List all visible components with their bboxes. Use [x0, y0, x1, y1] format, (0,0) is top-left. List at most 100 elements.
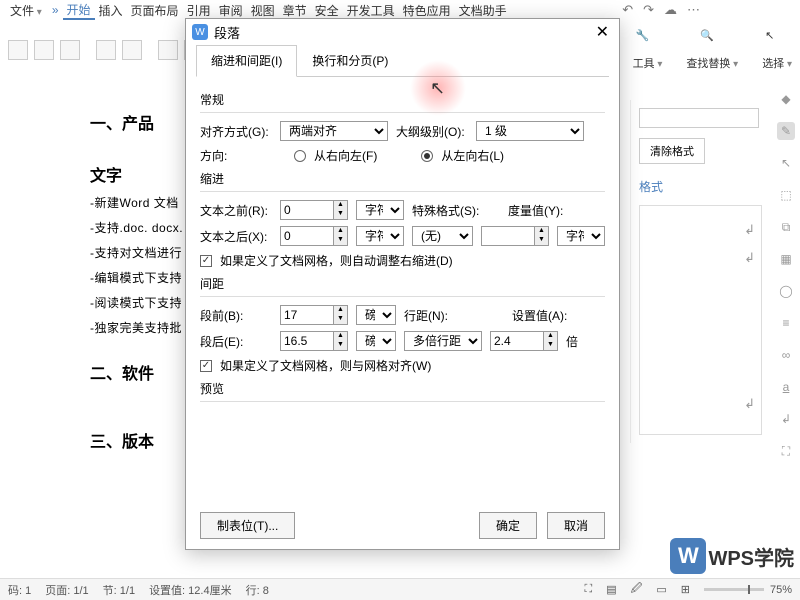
tab-helper[interactable]: 文档助手: [455, 2, 511, 19]
select-icon[interactable]: ⬚: [777, 186, 795, 204]
align-center-icon[interactable]: [34, 40, 54, 60]
format-link[interactable]: 格式: [639, 178, 762, 195]
list-icon[interactable]: [60, 40, 80, 60]
tab-section[interactable]: 章节: [279, 2, 311, 19]
copy-icon[interactable]: ⧉: [777, 218, 795, 236]
unit-char2[interactable]: 字符: [356, 226, 404, 246]
status-line: 行: 8: [246, 582, 269, 598]
tab-review[interactable]: 审阅: [215, 2, 247, 19]
redo-icon[interactable]: ↷: [643, 2, 654, 18]
after-text-label: 文本之后(X):: [200, 228, 272, 245]
align-left-icon[interactable]: [8, 40, 28, 60]
rtl-radio[interactable]: [294, 150, 306, 162]
set-value-input[interactable]: [490, 331, 544, 351]
after-para-input[interactable]: [280, 331, 334, 351]
paragraph-dialog: W 段落 ✕ 缩进和间距(I) 换行和分页(P) 常规 对齐方式(G): 两端对…: [185, 18, 620, 550]
section-spacing: 间距: [200, 275, 605, 292]
tools-menu[interactable]: 🔧工具: [633, 29, 663, 71]
tab-security[interactable]: 安全: [311, 2, 343, 19]
grid-icon[interactable]: ▦: [777, 250, 795, 268]
section-general: 常规: [200, 91, 605, 108]
tab-view[interactable]: 视图: [247, 2, 279, 19]
before-text-label: 文本之前(R):: [200, 202, 272, 219]
more-icon[interactable]: ⋯: [687, 2, 700, 18]
tabstops-button[interactable]: 制表位(T)...: [200, 512, 295, 539]
line-spacing-label: 行距(N):: [404, 307, 476, 324]
snap-grid-check[interactable]: [200, 360, 212, 372]
auto-indent-check[interactable]: [200, 255, 212, 267]
status-set: 设置值: 12.4厘米: [149, 582, 232, 598]
align-label: 对齐方式(G):: [200, 123, 272, 140]
outline-label: 大纲级别(O):: [396, 123, 468, 140]
unit-char3[interactable]: 字符: [557, 226, 605, 246]
after-para-label: 段后(E):: [200, 333, 272, 350]
close-icon[interactable]: ✕: [592, 22, 613, 42]
unit-x: 倍: [566, 333, 578, 350]
ltr-radio[interactable]: [421, 150, 433, 162]
expand-icon[interactable]: ⛶: [777, 442, 795, 460]
tab-line-page[interactable]: 换行和分页(P): [297, 45, 403, 76]
underline-icon[interactable]: a: [777, 378, 795, 396]
dialog-icon: W: [192, 24, 208, 40]
align-select[interactable]: 两端对齐: [280, 121, 388, 141]
tab-ref[interactable]: 引用: [183, 2, 215, 19]
tab-start[interactable]: 开始: [63, 1, 95, 20]
status-pagenum: 码: 1: [8, 582, 31, 598]
undo-icon[interactable]: ↶: [622, 2, 633, 18]
status-pages: 页面: 1/1: [45, 582, 88, 598]
pencil-icon[interactable]: ✎: [777, 122, 795, 140]
view-icon-4[interactable]: ▭: [656, 583, 666, 596]
cloud-icon[interactable]: ☁: [664, 2, 677, 18]
file-menu[interactable]: 文件: [4, 2, 48, 19]
diamond-icon[interactable]: ◆: [777, 90, 795, 108]
line-spacing-select[interactable]: 多倍行距: [404, 331, 482, 351]
view-icon-3[interactable]: 🖉: [631, 580, 643, 599]
measure-input[interactable]: [481, 226, 535, 246]
section-preview: 预览: [200, 380, 605, 397]
cancel-button[interactable]: 取消: [547, 512, 605, 539]
unit-pt2[interactable]: 磅: [356, 331, 396, 351]
tab-dev[interactable]: 开发工具: [343, 2, 399, 19]
tab-indent-spacing[interactable]: 缩进和间距(I): [196, 45, 297, 77]
before-para-input[interactable]: [280, 305, 334, 325]
table-icon[interactable]: [158, 40, 178, 60]
view-icon-1[interactable]: ⛶: [585, 583, 593, 596]
font-decrease-icon[interactable]: [122, 40, 142, 60]
section-indent: 缩进: [200, 170, 605, 187]
link-icon[interactable]: ∞: [777, 346, 795, 364]
settings-icon[interactable]: ≡: [777, 314, 795, 332]
special-label: 特殊格式(S):: [412, 202, 484, 219]
view-icon-5[interactable]: ⊞: [681, 583, 690, 596]
clear-format-button[interactable]: 清除格式: [639, 138, 705, 164]
find-replace-menu[interactable]: 🔍查找替换: [686, 29, 738, 71]
font-increase-icon[interactable]: [96, 40, 116, 60]
tab-special[interactable]: 特色应用: [399, 2, 455, 19]
special-select[interactable]: (无): [412, 226, 473, 246]
panel-box: ↲ ↲ ↲: [639, 205, 762, 435]
zoom-slider[interactable]: [704, 588, 764, 591]
direction-label: 方向:: [200, 147, 272, 164]
outline-select[interactable]: 1 级: [476, 121, 584, 141]
select-menu[interactable]: ↖选择: [762, 29, 792, 71]
return-icon[interactable]: ↲: [777, 410, 795, 428]
before-text-input[interactable]: [280, 200, 334, 220]
measure-label: 度量值(Y):: [508, 202, 580, 219]
unit-char1[interactable]: 字符: [356, 200, 404, 220]
circle-icon[interactable]: ◯: [777, 282, 795, 300]
wps-logo: WWPS学院: [670, 538, 794, 574]
zoom-value[interactable]: 75%: [770, 584, 792, 596]
set-value-label: 设置值(A):: [512, 307, 584, 324]
tab-insert[interactable]: 插入: [95, 2, 127, 19]
view-icon-2[interactable]: ▤: [606, 583, 616, 596]
unit-pt1[interactable]: 磅: [356, 305, 396, 325]
status-section: 节: 1/1: [103, 582, 135, 598]
rtl-label: 从右向左(F): [314, 147, 377, 164]
tab-layout[interactable]: 页面布局: [127, 2, 183, 19]
ok-button[interactable]: 确定: [479, 512, 537, 539]
snap-grid-label: 如果定义了文档网格，则与网格对齐(W): [220, 357, 431, 374]
before-para-label: 段前(B):: [200, 307, 272, 324]
after-text-input[interactable]: [280, 226, 334, 246]
cursor-icon[interactable]: ↖: [777, 154, 795, 172]
dialog-title: 段落: [214, 23, 240, 42]
ltr-label: 从左向右(L): [441, 147, 504, 164]
